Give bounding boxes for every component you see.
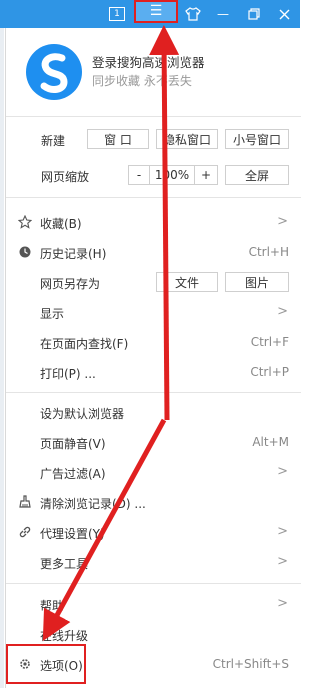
menu-item-clear-history[interactable]: 清除浏览记录(D) ... xyxy=(6,487,301,517)
clock-icon xyxy=(19,246,31,258)
find-shortcut: Ctrl+F xyxy=(250,335,289,349)
mute-shortcut: Alt+M xyxy=(252,435,289,449)
sogou-logo xyxy=(26,44,82,100)
restore-icon xyxy=(248,8,260,20)
menu-item-more-tools[interactable]: 更多工具 > xyxy=(6,547,301,577)
divider xyxy=(6,197,301,198)
upgrade-label: 在线升级 xyxy=(40,629,89,643)
display-label: 显示 xyxy=(40,307,65,321)
shirt-icon xyxy=(185,7,201,21)
default-browser-label: 设为默认浏览器 xyxy=(40,407,125,421)
menu-item-help[interactable]: 帮助 > xyxy=(6,589,301,619)
save-as-file-button[interactable]: 文件 xyxy=(156,272,218,292)
save-as-image-button[interactable]: 图片 xyxy=(225,272,289,292)
divider xyxy=(6,583,301,584)
save-as-label: 网页另存为 xyxy=(40,277,101,291)
new-label: 新建 xyxy=(41,134,66,148)
clear-history-label: 清除浏览记录(D) ... xyxy=(40,497,146,511)
proxy-label: 代理设置(Y) xyxy=(40,527,105,541)
close-icon xyxy=(279,9,289,19)
new-small-window-button[interactable]: 小号窗口 xyxy=(225,129,289,149)
menu-item-favorites[interactable]: 收藏(B) > xyxy=(6,207,301,237)
find-label: 在页面内查找(F) xyxy=(40,337,129,351)
menu-item-mute[interactable]: 页面静音(V) Alt+M xyxy=(6,427,301,457)
chevron-right-icon: > xyxy=(277,464,288,479)
chevron-right-icon: > xyxy=(277,214,288,229)
zoom-label: 网页缩放 xyxy=(41,170,90,184)
zoom-out-button[interactable]: - xyxy=(128,165,150,185)
more-tools-label: 更多工具 xyxy=(40,557,89,571)
chevron-right-icon: > xyxy=(277,524,288,539)
restore-button[interactable] xyxy=(238,0,270,28)
link-icon xyxy=(19,526,31,538)
options-label: 选项(O) xyxy=(40,659,83,673)
tab-count: 1 xyxy=(109,7,125,21)
broom-icon xyxy=(19,495,31,508)
menu-icon: ☰ xyxy=(149,3,163,19)
chevron-right-icon: > xyxy=(277,554,288,569)
gear-icon xyxy=(20,659,30,669)
menu-item-find[interactable]: 在页面内查找(F) Ctrl+F xyxy=(6,327,301,357)
options-shortcut: Ctrl+Shift+S xyxy=(212,657,289,671)
divider xyxy=(6,392,301,393)
menu-item-display[interactable]: 显示 > xyxy=(6,297,301,327)
main-menu-panel: 登录搜狗高速浏览器 同步收藏 永不丢失 新建 窗 口 隐私窗口 小号窗口 网页缩… xyxy=(5,28,301,688)
skin-button[interactable] xyxy=(177,0,209,28)
page-edge xyxy=(0,28,4,688)
zoom-in-button[interactable]: + xyxy=(194,165,218,185)
main-menu-button[interactable]: ☰ xyxy=(136,0,176,22)
menu-item-history[interactable]: 历史记录(H) Ctrl+H xyxy=(6,237,301,267)
history-label: 历史记录(H) xyxy=(40,247,107,261)
menu-item-default-browser[interactable]: 设为默认浏览器 xyxy=(6,397,301,427)
new-window-button[interactable]: 窗 口 xyxy=(87,129,149,149)
minimize-icon: — xyxy=(217,7,229,21)
menu-item-upgrade[interactable]: 在线升级 xyxy=(6,619,301,649)
new-private-window-button[interactable]: 隐私窗口 xyxy=(156,129,218,149)
chevron-right-icon: > xyxy=(277,304,288,319)
menu-item-print[interactable]: 打印(P) ... Ctrl+P xyxy=(6,357,301,387)
tab-count-button[interactable]: 1 xyxy=(101,0,133,28)
ad-filter-label: 广告过滤(A) xyxy=(40,467,106,481)
profile-login-title[interactable]: 登录搜狗高速浏览器 xyxy=(92,52,205,71)
menu-item-ad-filter[interactable]: 广告过滤(A) > xyxy=(6,457,301,487)
favorites-label: 收藏(B) xyxy=(40,217,82,231)
minimize-button[interactable]: — xyxy=(207,0,239,28)
history-shortcut: Ctrl+H xyxy=(248,245,289,259)
close-button[interactable] xyxy=(268,0,300,28)
mute-label: 页面静音(V) xyxy=(40,437,106,451)
window-titlebar: 1 ☰ — xyxy=(0,0,300,28)
print-shortcut: Ctrl+P xyxy=(250,365,289,379)
fullscreen-button[interactable]: 全屏 xyxy=(225,165,289,185)
chevron-right-icon: > xyxy=(277,596,288,611)
zoom-value: 100% xyxy=(149,165,195,185)
divider xyxy=(6,116,301,117)
menu-item-proxy[interactable]: 代理设置(Y) > xyxy=(6,517,301,547)
help-label: 帮助 xyxy=(40,599,65,613)
star-icon xyxy=(18,215,32,229)
profile-section[interactable]: 登录搜狗高速浏览器 同步收藏 永不丢失 xyxy=(6,28,301,114)
print-label: 打印(P) ... xyxy=(40,367,96,381)
profile-subtitle: 同步收藏 永不丢失 xyxy=(92,74,192,88)
menu-item-options[interactable]: 选项(O) Ctrl+Shift+S xyxy=(6,649,301,679)
